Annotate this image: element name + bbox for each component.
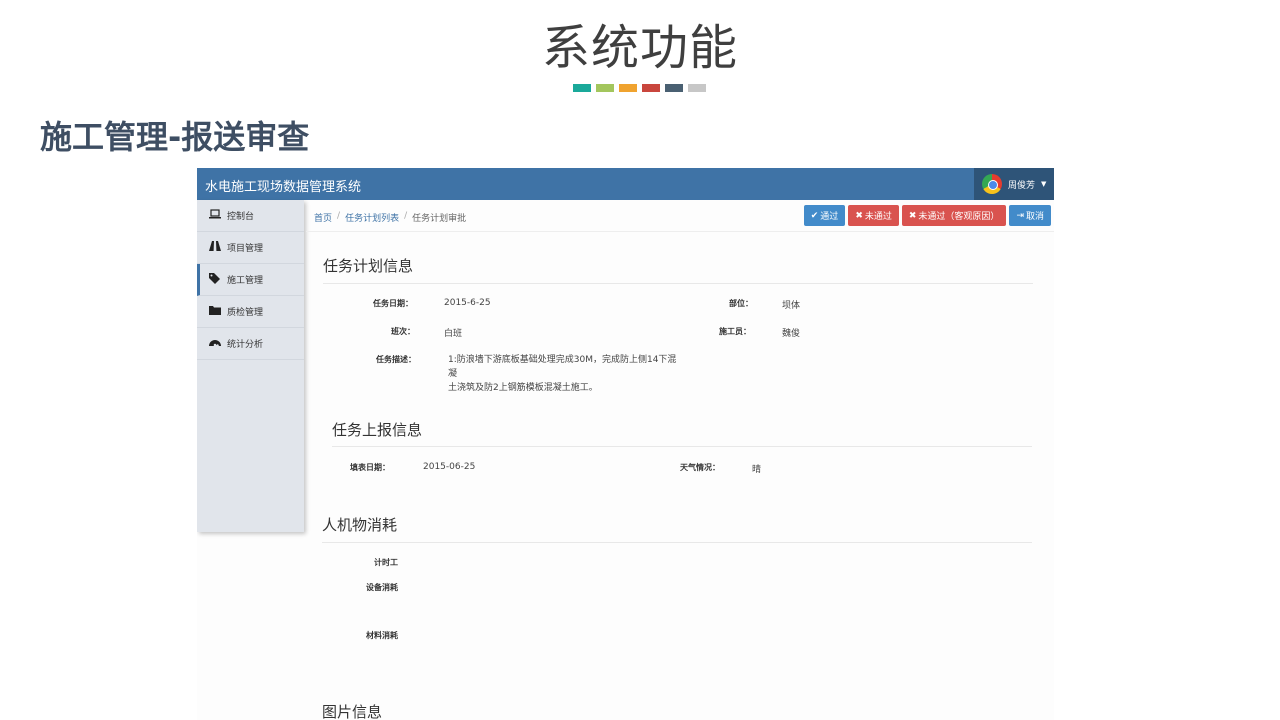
road-icon <box>209 241 221 254</box>
shift-label: 班次： <box>391 327 415 336</box>
fill-date-label: 填表日期： <box>350 463 390 472</box>
breadcrumb: 首页 / 任务计划列表 / 任务计划审批 <box>314 211 466 224</box>
top-navbar: 水电施工现场数据管理系统 周俊芳 ▼ <box>197 168 1054 200</box>
folder-icon <box>209 305 221 318</box>
app-screenshot: 水电施工现场数据管理系统 周俊芳 ▼ 控制台 项目管理 施工管理 质检管理 统计… <box>197 168 1054 720</box>
exit-icon: ⇥ <box>1016 210 1024 221</box>
sidebar: 控制台 项目管理 施工管理 质检管理 统计分析 <box>197 200 304 532</box>
sidebar-item-label: 项目管理 <box>227 244 264 254</box>
fail-objective-button-label: 未通过（客观原因） <box>918 212 1000 222</box>
chevron-down-icon: ▼ <box>1041 180 1047 188</box>
slide-title: 系统功能 <box>541 20 738 76</box>
breadcrumb-current: 任务计划审批 <box>412 214 467 224</box>
task-date-value: 2015-6-25 <box>444 298 491 308</box>
dashboard-icon <box>209 337 221 350</box>
material-consumption-label: 材料消耗 <box>366 631 398 640</box>
task-desc-label: 任务描述： <box>376 355 416 364</box>
laptop-icon <box>209 209 221 222</box>
plan-section-title: 任务计划信息 <box>323 257 414 275</box>
task-desc-line: 1:防浪墙下游底板基础处理完成30M，完成防上侧14下混凝 <box>448 355 677 379</box>
sidebar-item-label: 质检管理 <box>227 308 264 318</box>
swatch-gray <box>688 84 706 92</box>
divider <box>323 283 1033 284</box>
close-icon: ✖ <box>908 210 917 221</box>
avatar <box>982 174 1002 194</box>
tags-icon <box>209 272 221 287</box>
check-icon: ✔ <box>810 210 819 221</box>
fail-button[interactable]: ✖ 未通过 <box>848 205 899 226</box>
sidebar-item-label: 控制台 <box>227 212 255 222</box>
part-label: 部位： <box>729 299 753 308</box>
swatch-orange <box>619 84 637 92</box>
resources-section-title: 人机物消耗 <box>322 516 398 534</box>
report-section-title: 任务上报信息 <box>332 421 423 439</box>
weather-label: 天气情况： <box>680 463 720 472</box>
fill-date-value: 2015-06-25 <box>423 462 476 472</box>
cancel-button[interactable]: ⇥ 取消 <box>1009 205 1051 226</box>
breadcrumb-bar: 首页 / 任务计划列表 / 任务计划审批 ✔ 通过 ✖ 未通过 ✖ 未通过（客观原因）… <box>306 200 1054 232</box>
color-swatches <box>573 84 706 92</box>
cancel-button-label: 取消 <box>1025 212 1044 222</box>
swatch-green <box>596 84 614 92</box>
slide-subtitle: 施工管理-报送审查 <box>40 118 310 156</box>
pass-button[interactable]: ✔ 通过 <box>803 205 846 226</box>
close-icon: ✖ <box>855 210 863 221</box>
task-desc-line: 土浇筑及防2上钢筋模板混凝土施工。 <box>448 383 598 393</box>
breadcrumb-plan-list[interactable]: 任务计划列表 <box>345 211 399 224</box>
breadcrumb-separator: / <box>337 211 341 221</box>
pass-button-label: 通过 <box>820 212 839 222</box>
task-desc-value: 1:防浪墙下游底板基础处理完成30M，完成防上侧14下混凝 土浇筑及防2上钢筋模… <box>448 353 683 395</box>
fail-objective-button[interactable]: ✖ 未通过（客观原因） <box>901 205 1007 226</box>
action-buttons: ✔ 通过 ✖ 未通过 ✖ 未通过（客观原因） ⇥ 取消 <box>803 205 1051 226</box>
swatch-red <box>642 84 660 92</box>
sidebar-item-label: 施工管理 <box>227 276 264 286</box>
breadcrumb-home[interactable]: 首页 <box>314 211 332 224</box>
weather-value: 晴 <box>752 465 762 475</box>
user-menu[interactable]: 周俊芳 ▼ <box>974 168 1054 200</box>
breadcrumb-separator: / <box>404 211 408 221</box>
task-date-label: 任务日期： <box>373 299 413 308</box>
divider <box>322 542 1032 543</box>
sidebar-item-label: 统计分析 <box>227 340 264 350</box>
sidebar-item-quality[interactable]: 质检管理 <box>197 296 304 328</box>
part-value: 坝体 <box>782 301 801 311</box>
sidebar-item-dashboard[interactable]: 控制台 <box>197 200 304 232</box>
worker-value: 魏俊 <box>782 329 801 339</box>
worker-label: 施工员： <box>719 327 751 336</box>
shift-value: 白班 <box>444 329 463 339</box>
sidebar-item-construction[interactable]: 施工管理 <box>197 264 304 296</box>
user-name: 周俊芳 <box>1008 180 1036 191</box>
sidebar-item-projects[interactable]: 项目管理 <box>197 232 304 264</box>
divider <box>332 446 1032 447</box>
swatch-teal <box>573 84 591 92</box>
equipment-consumption-label: 设备消耗 <box>366 583 398 592</box>
sidebar-item-statistics[interactable]: 统计分析 <box>197 328 304 360</box>
fail-button-label: 未通过 <box>864 212 892 222</box>
app-title: 水电施工现场数据管理系统 <box>205 180 362 195</box>
hourly-worker-label: 计时工 <box>374 558 398 567</box>
swatch-slate <box>665 84 683 92</box>
images-section-title: 图片信息 <box>322 703 383 720</box>
